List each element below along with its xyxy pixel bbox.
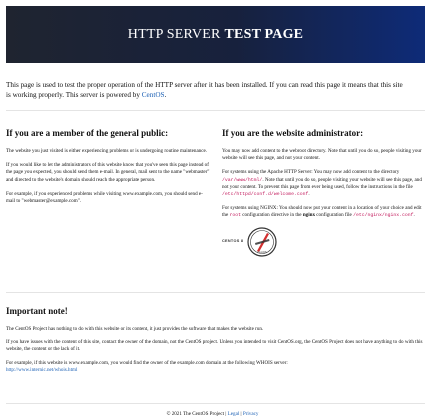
admin-paragraph-2: For systems using the Apache HTTP Server… [222, 169, 422, 198]
public-paragraph-2: If you would like to let the administrat… [6, 162, 210, 183]
page-footer: © 2021 The CentOS Project | Legal | Priv… [0, 411, 425, 418]
apache-webroot-path: /var/www/html/ [222, 177, 263, 183]
root-directive: root [229, 213, 242, 219]
public-section: If you are a member of the general publi… [6, 128, 211, 212]
legal-link[interactable]: Legal [228, 411, 240, 417]
intro-text: This page is used to test the proper ope… [6, 80, 425, 100]
header-title-bold: TEST PAGE [224, 26, 304, 42]
intro-line-2: is working properly. This server is powe… [6, 90, 425, 100]
public-paragraph-1: The website you just visited is either e… [6, 148, 208, 154]
admin-p2-text-c: . [308, 191, 310, 198]
centos-8-wordmark: CENTOS 8 [222, 239, 244, 244]
divider-middle [6, 292, 425, 293]
centos-link[interactable]: CentOS [142, 91, 165, 99]
note-paragraph-2: If you have issues with the content of t… [6, 339, 423, 353]
footer-copyright: © 2021 The CentOS Project | [166, 411, 228, 417]
admin-paragraph-3: For systems using NGINX: You should now … [222, 205, 422, 219]
header-title-light: HTTP SERVER [127, 26, 221, 42]
important-note-section: Important note! The CentOS Project has n… [6, 306, 425, 380]
powered-by-centos-badge-icon[interactable]: CentOS [247, 227, 277, 257]
admin-section: If you are the website administrator: Yo… [222, 128, 422, 257]
privacy-link[interactable]: Privacy [243, 411, 259, 417]
intro-line-2-pre: is working properly. This server is powe… [6, 91, 142, 99]
admin-p3-text-d: . [413, 212, 415, 219]
nginx-word: nginx [302, 212, 316, 219]
badge-text: CentOS [258, 250, 267, 254]
whois-line: http://www.internic.net/whois.html [6, 367, 425, 374]
note-paragraph-1: The CentOS Project has nothing to do wit… [6, 326, 264, 332]
admin-heading: If you are the website administrator: [222, 128, 364, 138]
admin-p3-text-b: configuration directive in the [241, 212, 303, 219]
page-header-banner: HTTP SERVER TEST PAGE [6, 6, 425, 63]
admin-p2-text-a: For systems using the Apache HTTP Server… [222, 169, 400, 176]
divider-top [6, 110, 425, 111]
public-heading: If you are a member of the general publi… [6, 128, 169, 138]
intro-line-2-post: . [164, 91, 167, 99]
nginx-conf-path: /etc/nginx/nginx.conf [353, 213, 414, 219]
public-paragraph-3: For example, if you experienced problems… [6, 190, 203, 205]
whois-link[interactable]: http://www.internic.net/whois.html [6, 367, 77, 373]
note-paragraph-3: For example, if this website is www.exam… [6, 359, 288, 366]
admin-p3-text-c: configuration file [315, 212, 354, 219]
welcome-conf-path: /etc/httpd/conf.d/welcome.conf [222, 192, 309, 198]
centos-logo-row: CENTOS 8 CentOS [222, 227, 422, 257]
divider-bottom [6, 403, 425, 404]
admin-paragraph-1: You may now add content to the webroot d… [222, 148, 422, 162]
note-heading: Important note! [6, 306, 68, 316]
intro-line-1: This page is used to test the proper ope… [6, 81, 403, 89]
